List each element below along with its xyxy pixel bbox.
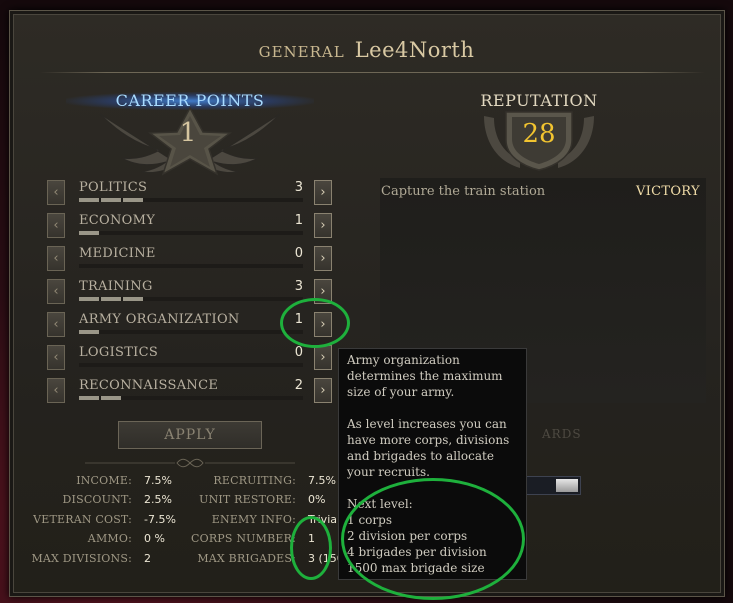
toggle-knob[interactable] — [556, 479, 578, 492]
decrease-skill-button[interactable]: ‹ — [47, 378, 65, 403]
chevron-right-icon: › — [320, 284, 326, 299]
skill-name: ECONOMY — [79, 213, 156, 228]
increase-skill-button[interactable]: › — [314, 378, 332, 403]
skill-name: TRAINING — [79, 279, 153, 294]
apply-button[interactable]: APPLY — [118, 421, 262, 449]
stat-value: 0% — [308, 493, 326, 506]
skill-value: 0 — [294, 246, 303, 261]
skill-level-bar — [79, 396, 303, 400]
skill-row-reconnaissance: ‹ RECONNAISSANCE 2 › — [45, 378, 335, 406]
chevron-right-icon: › — [320, 218, 326, 233]
increase-skill-button[interactable]: › — [314, 180, 332, 205]
skill-name: MEDICINE — [79, 246, 156, 261]
skill-level-bar — [79, 330, 303, 334]
stat-label: UNIT RESTORE: — [199, 493, 296, 506]
stat-label: MAX BRIGADES: — [197, 552, 296, 565]
skill-level-segment — [123, 297, 143, 301]
skill-value: 1 — [294, 213, 303, 228]
chevron-left-icon: ‹ — [53, 383, 59, 398]
stat-value: 0 % — [144, 532, 165, 545]
increase-skill-button[interactable]: › — [314, 213, 332, 238]
general-rank: GENERAL — [258, 43, 345, 61]
annotation-circle — [280, 298, 350, 348]
skill-name: ARMY ORGANIZATION — [79, 312, 240, 327]
skill-level-segment — [101, 396, 121, 400]
stat-value: 2.5% — [144, 493, 172, 506]
chevron-left-icon: ‹ — [53, 185, 59, 200]
stat-label: DISCOUNT: — [62, 493, 132, 506]
stat-value: 7.5% — [308, 474, 336, 487]
stat-label: RECRUITING: — [213, 474, 296, 487]
skill-level-segment — [101, 198, 121, 202]
chevron-left-icon: ‹ — [53, 317, 59, 332]
chevron-right-icon: › — [320, 383, 326, 398]
skill-value: 2 — [294, 378, 303, 393]
tooltip-level-info: As level increases you can have more cor… — [347, 417, 510, 479]
skill-name: POLITICS — [79, 180, 148, 195]
chevron-left-icon: ‹ — [53, 251, 59, 266]
stat-label: MAX DIVISIONS: — [31, 552, 132, 565]
stat-value: 2 — [144, 552, 151, 565]
skill-level-segment — [79, 330, 99, 334]
decrease-skill-button[interactable]: ‹ — [47, 345, 65, 370]
chevron-left-icon: ‹ — [53, 284, 59, 299]
increase-skill-button[interactable]: › — [314, 246, 332, 271]
skill-level-segment — [123, 198, 143, 202]
tooltip-description: Army organization determines the maximum… — [347, 353, 503, 399]
skill-row-politics: ‹ POLITICS 3 › — [45, 180, 335, 208]
skill-level-bar — [79, 363, 303, 367]
skill-name: LOGISTICS — [79, 345, 159, 360]
skill-level-segment — [101, 297, 121, 301]
decrease-skill-button[interactable]: ‹ — [47, 279, 65, 304]
reputation-value: 28 — [522, 119, 556, 149]
skill-row-economy: ‹ ECONOMY 1 › — [45, 213, 335, 241]
increase-skill-button[interactable]: › — [314, 345, 332, 370]
stat-value: -7.5% — [144, 513, 176, 526]
skill-level-segment — [79, 297, 99, 301]
stat-value: 7.5% — [144, 474, 172, 487]
objective-status: VICTORY — [636, 184, 700, 199]
skill-name: RECONNAISSANCE — [79, 378, 219, 393]
title-divider — [40, 72, 705, 73]
skill-level-bar — [79, 198, 303, 202]
stat-label: CORPS NUMBER: — [190, 532, 296, 545]
career-points-value: 1 — [179, 118, 197, 148]
skill-level-segment — [79, 198, 99, 202]
skill-level-segment — [79, 396, 99, 400]
ornamental-divider — [85, 458, 295, 468]
annotation-circle — [341, 478, 525, 600]
objective-text: Capture the train station — [381, 184, 546, 199]
skill-level-bar — [79, 231, 303, 235]
general-name: Lee4North — [354, 38, 475, 62]
stat-label: INCOME: — [76, 474, 132, 487]
skill-row-logistics: ‹ LOGISTICS 0 › — [45, 345, 335, 373]
skill-level-bar — [79, 297, 303, 301]
stat-label: VETERAN COST: — [33, 513, 132, 526]
decrease-skill-button[interactable]: ‹ — [47, 246, 65, 271]
chevron-left-icon: ‹ — [53, 218, 59, 233]
skill-row-medicine: ‹ MEDICINE 0 › — [45, 246, 335, 274]
skill-level-segment — [79, 231, 99, 235]
skill-value: 0 — [294, 345, 303, 360]
chevron-right-icon: › — [320, 185, 326, 200]
skill-level-bar — [79, 264, 303, 268]
decrease-skill-button[interactable]: ‹ — [47, 180, 65, 205]
page-title: GENERAL Lee4North — [0, 38, 733, 62]
chevron-left-icon: ‹ — [53, 350, 59, 365]
skill-value: 3 — [294, 279, 303, 294]
skill-value: 3 — [294, 180, 303, 195]
chevron-right-icon: › — [320, 350, 326, 365]
faded-label: ARDS — [542, 427, 582, 441]
chevron-right-icon: › — [320, 251, 326, 266]
annotation-circle — [290, 516, 332, 580]
decrease-skill-button[interactable]: ‹ — [47, 213, 65, 238]
stat-label: ENEMY INFO: — [211, 513, 296, 526]
decrease-skill-button[interactable]: ‹ — [47, 312, 65, 337]
skill-row-training: ‹ TRAINING 3 › — [45, 279, 335, 307]
stat-label: AMMO: — [87, 532, 132, 545]
